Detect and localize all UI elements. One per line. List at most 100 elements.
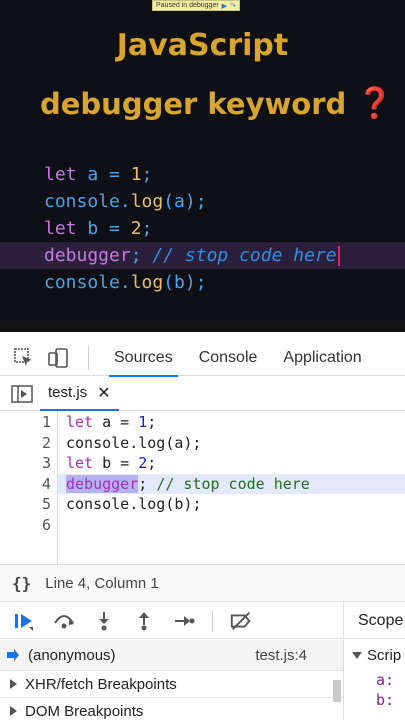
script-scope-header[interactable]: Scrip [344, 640, 405, 670]
file-tab-test-js[interactable]: test.js ✕ [40, 377, 119, 411]
code-token: log [130, 191, 164, 212]
code-line-paused[interactable]: debugger; // stop code here [58, 473, 405, 494]
line-number[interactable]: 4 [0, 474, 57, 495]
code-token: let [44, 218, 77, 239]
tab-sources[interactable]: Sources [101, 340, 186, 377]
section-label: DOM Breakpoints [25, 702, 144, 720]
banner-code-line-highlighted: debugger; // stop code here [0, 242, 405, 269]
device-toolbar-icon[interactable] [42, 342, 74, 374]
question-mark-icon: ❓ [356, 86, 394, 121]
step-over-mini-icon[interactable]: ↷ [230, 2, 236, 10]
pretty-print-icon[interactable]: {} [12, 574, 31, 593]
tab-scope[interactable]: Scope [343, 603, 405, 639]
collapse-arrow-icon[interactable] [352, 651, 362, 659]
banner-title-line2: debugger keyword ❓ [40, 86, 394, 121]
call-frame[interactable]: (anonymous) test.js:4 [0, 640, 343, 670]
code-token: 2 [138, 454, 148, 472]
code-editor[interactable]: 1 2 3 4 5 6 let a = 1; console.log(a); l… [0, 412, 405, 564]
banner-title-line1: JavaScript [116, 28, 289, 63]
scope-variable[interactable]: b: [344, 690, 405, 710]
tutorial-banner: Paused in debugger ▶︎ ↷ JavaScript debug… [0, 0, 405, 332]
code-token: debugger [44, 245, 131, 266]
code-comment: // stop code here [152, 245, 337, 266]
banner-title-text: debugger keyword [40, 86, 347, 121]
code-token: (a); [165, 433, 202, 452]
step-into-icon[interactable] [92, 609, 116, 633]
file-tab-label: test.js [48, 384, 88, 401]
debugger-controls [0, 603, 343, 639]
line-number[interactable]: 3 [0, 453, 57, 474]
call-frame-function: (anonymous) [28, 646, 116, 664]
resume-mini-icon[interactable]: ▶︎ [222, 2, 227, 10]
code-token: console [44, 272, 120, 293]
line-number[interactable]: 6 [0, 515, 57, 536]
code-token: a = [76, 164, 131, 185]
scrollbar[interactable] [333, 680, 341, 702]
code-line[interactable]: console.log(a); [58, 433, 405, 454]
step-out-icon[interactable] [132, 609, 156, 633]
code-token: let [44, 164, 77, 185]
code-token: let [66, 454, 94, 472]
expand-arrow-icon[interactable] [10, 679, 17, 689]
code-token: log [138, 495, 166, 513]
code-token: (b); [163, 272, 207, 293]
code-token: 1 [130, 164, 142, 185]
code-line[interactable]: let b = 2; [58, 453, 405, 474]
code-token: ; [147, 454, 157, 472]
step-icon[interactable] [172, 609, 196, 633]
code-token: console [66, 495, 130, 513]
dom-breakpoints-section[interactable]: DOM Breakpoints [0, 697, 343, 720]
tab-console[interactable]: Console [186, 340, 271, 376]
inspect-element-icon[interactable] [8, 342, 40, 374]
banner-code-line: let a = 1; [0, 161, 405, 188]
code-token: 1 [138, 413, 148, 431]
code-token: ; [130, 245, 153, 266]
section-label: XHR/fetch Breakpoints [25, 675, 177, 693]
toolbar-divider [88, 345, 89, 370]
scope-header-label: Scrip [367, 646, 402, 664]
code-token: b = [93, 454, 139, 472]
code-token: 2 [130, 218, 142, 239]
code-token: debugger [66, 474, 139, 493]
editor-tab-bar: test.js ✕ [0, 377, 405, 411]
code-token: (b); [165, 495, 202, 513]
code-token: log [138, 433, 166, 452]
close-icon[interactable]: ✕ [97, 383, 110, 403]
code-token: a = [93, 413, 139, 431]
code-line[interactable] [58, 515, 405, 536]
line-number-gutter[interactable]: 1 2 3 4 5 6 [0, 412, 58, 564]
code-token: . [119, 272, 131, 293]
code-lines[interactable]: let a = 1; console.log(a); let b = 2; de… [58, 412, 405, 535]
code-token: b = [76, 218, 131, 239]
code-line[interactable]: console.log(b); [58, 494, 405, 515]
code-line[interactable]: let a = 1; [58, 412, 405, 433]
code-token: . [119, 191, 131, 212]
editor-status-bar: {} Line 4, Column 1 [0, 564, 405, 602]
code-token: . [129, 433, 139, 452]
code-token: console [66, 433, 130, 452]
banner-code-line: console.log(b); [0, 269, 405, 296]
line-number[interactable]: 2 [0, 433, 57, 454]
expand-arrow-icon[interactable] [10, 706, 17, 716]
scope-panel: Scrip a: b: [343, 640, 405, 720]
devtools-toolbar: Sources Console Application [0, 340, 405, 377]
cursor-position: Line 4, Column 1 [45, 574, 159, 592]
deactivate-breakpoints-icon[interactable] [229, 609, 253, 633]
call-frame-location[interactable]: test.js:4 [255, 647, 307, 664]
code-token: log [130, 272, 164, 293]
xhr-breakpoints-section[interactable]: XHR/fetch Breakpoints [0, 670, 343, 697]
resume-icon[interactable] [12, 609, 36, 633]
paused-label: Paused in debugger [156, 2, 219, 9]
line-number[interactable]: 5 [0, 494, 57, 515]
code-token: let [66, 413, 94, 431]
toggle-navigator-icon[interactable] [6, 378, 38, 410]
step-over-icon[interactable] [52, 609, 76, 633]
code-token: ; [138, 474, 157, 493]
line-number[interactable]: 1 [0, 412, 57, 433]
tab-application[interactable]: Application [270, 340, 374, 376]
scope-variable[interactable]: a: [344, 670, 405, 690]
code-token: ; [147, 413, 157, 431]
code-token: ; [141, 218, 153, 239]
text-cursor [337, 246, 340, 266]
code-token: (a); [163, 191, 207, 212]
